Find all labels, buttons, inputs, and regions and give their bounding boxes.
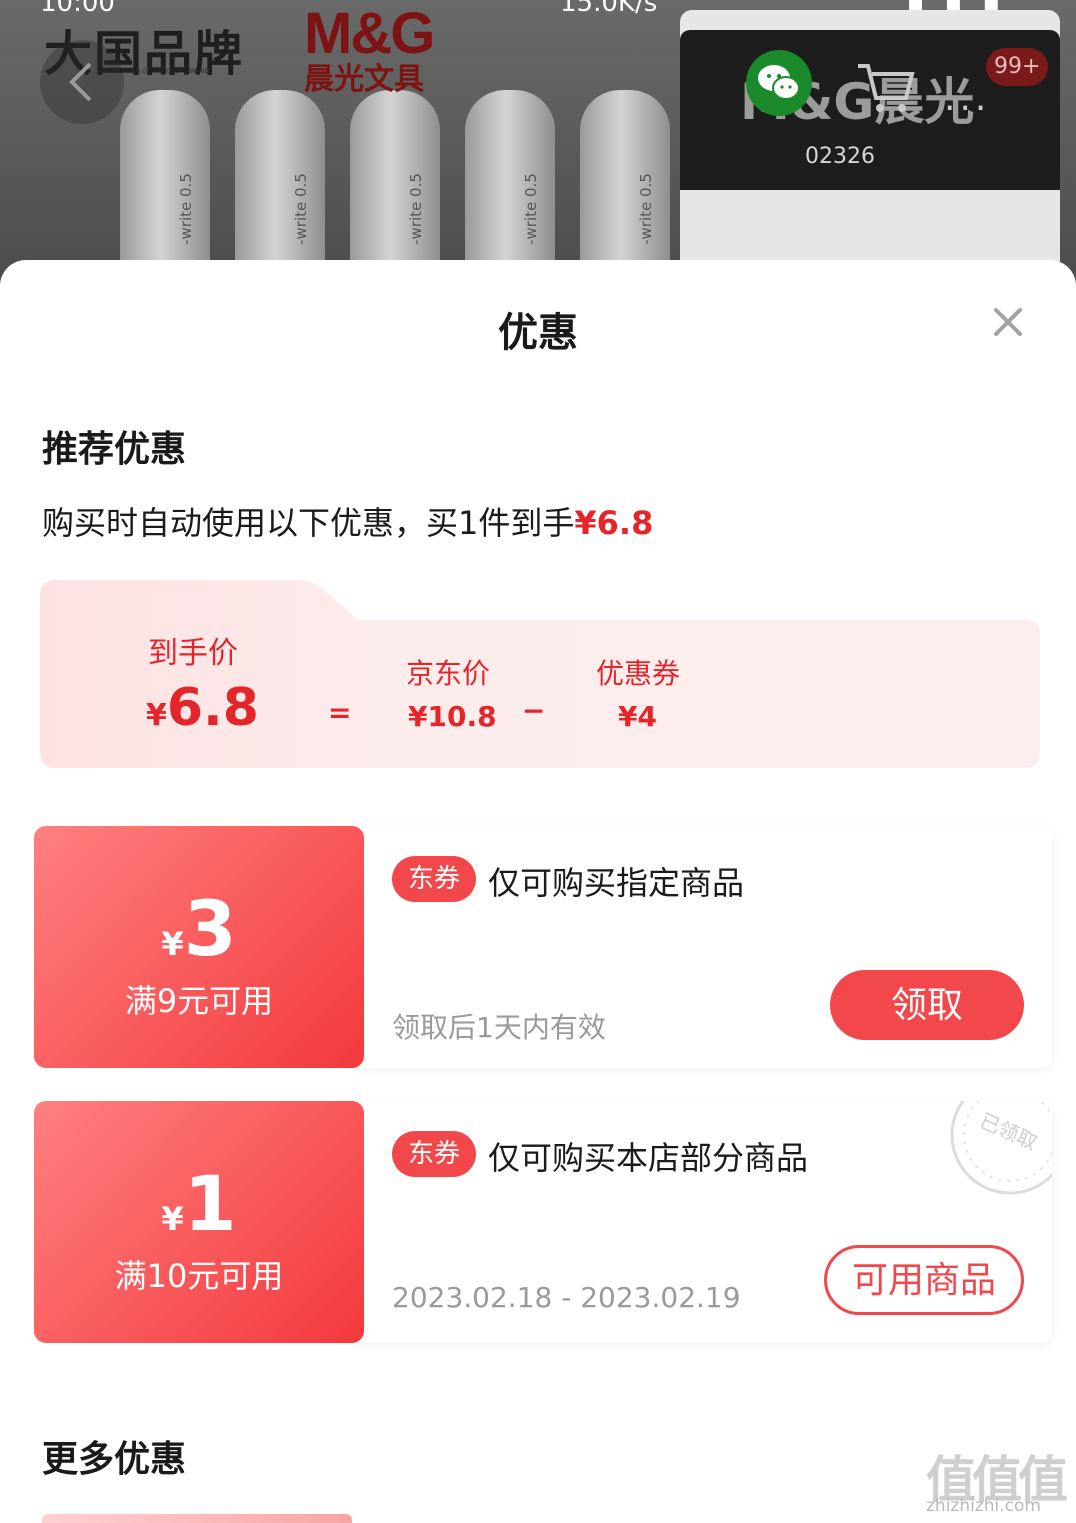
cart-count-badge: 99+ (986, 48, 1049, 86)
discount-sheet: 优惠 推荐优惠 购买时自动使用以下优惠，买1件到手¥6.8 到手价 ¥6.8 =… (0, 260, 1076, 1523)
auto-use-line: 购买时自动使用以下优惠，买1件到手¥6.8 (42, 498, 653, 544)
wechat-share-button[interactable] (746, 50, 812, 116)
coupon-amount-panel: ¥1 满10元可用 (34, 1101, 364, 1343)
coupon-tag: 东券 (392, 856, 476, 902)
watermark-url: zhizhizhi.com (926, 1496, 1041, 1516)
final-price-label: 到手价 (148, 636, 238, 671)
more-coupon-peek (42, 1514, 352, 1523)
minus-sign: − (522, 694, 546, 727)
auto-use-text: 购买时自动使用以下优惠，买1件到手 (42, 504, 575, 542)
coupon-description: 仅可购买指定商品 (488, 864, 745, 902)
jd-price-value: ¥10.8 (408, 700, 497, 733)
coupon-validity: 领取后1天内有效 (392, 1011, 606, 1044)
coupon-label: 优惠券 (596, 657, 681, 690)
coupon-card: ¥3 满9元可用 东券 仅可购买指定商品 领取后1天内有效 领取 (34, 826, 1052, 1068)
recommend-section-title: 推荐优惠 (42, 429, 187, 470)
claimed-stamp-icon: 已领取 (940, 1101, 1052, 1201)
close-icon (994, 308, 1022, 336)
box-code: 02326 (805, 144, 875, 169)
back-button[interactable] (40, 40, 124, 124)
coupon-tag: 东券 (392, 1131, 476, 1177)
site-watermark: 值值值 zhizhizhi.com (926, 1440, 1068, 1520)
coupon-amount: ¥1 (161, 1159, 237, 1248)
jd-price-label: 京东价 (406, 657, 491, 690)
coupon-validity: 2023.02.18 - 2023.02.19 (392, 1281, 741, 1314)
available-products-button[interactable]: 可用商品 (824, 1245, 1024, 1315)
product-header: 10:00 15.0K/s ▪ ▪ ▪ -write 0.5 -write 0.… (0, 0, 1076, 300)
cart-button[interactable] (850, 52, 920, 122)
coupon-value: ¥4 (618, 700, 657, 733)
wechat-icon (758, 65, 800, 100)
chevron-left-icon (69, 62, 92, 102)
sheet-title: 优惠 (498, 310, 578, 356)
coupon-amount: ¥3 (161, 884, 237, 973)
claim-coupon-button[interactable]: 领取 (830, 970, 1024, 1040)
cart-icon (858, 64, 915, 112)
coupon-description: 仅可购买本店部分商品 (488, 1139, 809, 1177)
coupon-amount-panel: ¥3 满9元可用 (34, 826, 364, 1068)
price-breakdown-card: 到手价 ¥6.8 = 京东价 ¥10.8 − 优惠券 ¥4 (40, 580, 1040, 768)
status-net-speed: 15.0K/s (560, 0, 658, 18)
more-menu-button[interactable]: ... (944, 78, 990, 119)
coupon-card: ¥1 满10元可用 东券 仅可购买本店部分商品 2023.02.18 - 202… (34, 1101, 1052, 1343)
mg-logo-cn: 晨光文具 (304, 62, 424, 97)
auto-use-price: ¥6.8 (574, 504, 654, 542)
final-price-value: ¥6.8 (146, 678, 259, 738)
more-section-title: 更多优惠 (42, 1439, 187, 1480)
svg-text:已领取: 已领取 (976, 1108, 1041, 1154)
equals-sign: = (328, 696, 352, 729)
coupon-condition: 满9元可用 (124, 982, 274, 1020)
close-button[interactable] (986, 300, 1030, 344)
coupon-condition: 满10元可用 (114, 1257, 284, 1295)
